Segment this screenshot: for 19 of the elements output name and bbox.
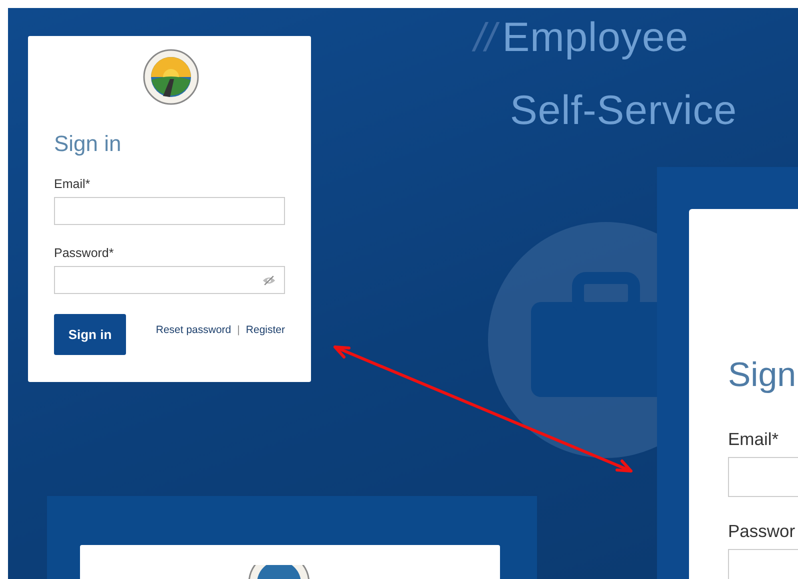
register-link[interactable]: Register — [246, 324, 285, 336]
hidden-eye-icon[interactable] — [262, 274, 276, 286]
email-field[interactable] — [54, 197, 285, 225]
sign-in-heading: Sign in — [54, 131, 122, 157]
sign-in-button[interactable]: Sign in — [54, 314, 126, 355]
field-label: Passwor — [728, 521, 796, 542]
hero-title: Employee — [502, 14, 689, 61]
field-label: Email* — [728, 429, 780, 450]
field-label: Email* — [54, 177, 92, 191]
county-seal-icon — [142, 49, 198, 105]
hero-title: Self-Service — [510, 87, 738, 134]
input-field[interactable] — [728, 457, 798, 497]
link-separator: | — [237, 324, 240, 336]
county-seal-icon — [247, 565, 311, 579]
sign-in-heading: Sign — [728, 356, 798, 395]
input-field[interactable] — [728, 549, 798, 579]
field-label: Password* — [54, 246, 115, 260]
reset-password-link[interactable]: Reset password — [156, 324, 232, 336]
password-field[interactable] — [54, 266, 285, 294]
